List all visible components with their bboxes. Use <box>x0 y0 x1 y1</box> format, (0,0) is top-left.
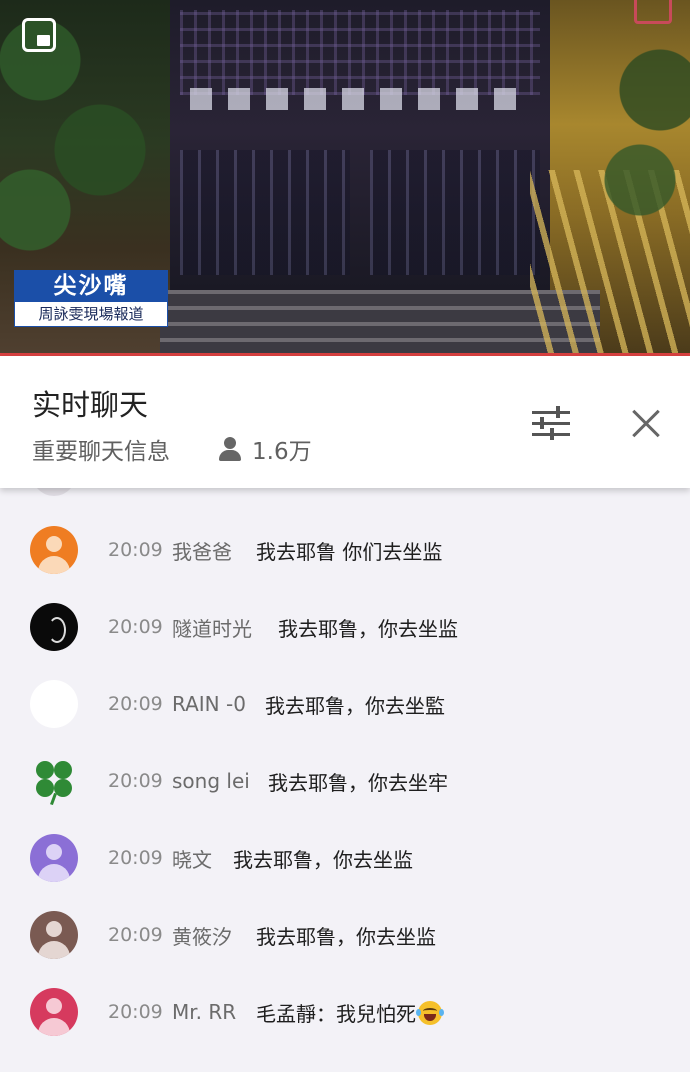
message-time: 20:09 <box>108 924 163 946</box>
close-icon[interactable] <box>626 404 666 444</box>
chat-filter-icon[interactable] <box>532 406 572 442</box>
default-avatar[interactable] <box>30 988 78 1036</box>
message-author[interactable]: 隧道时光 <box>172 613 252 642</box>
default-avatar[interactable] <box>30 911 78 959</box>
video-player[interactable]: 尖沙嘴 周詠雯現場報道 <box>0 0 690 356</box>
picture-in-picture-icon[interactable] <box>22 18 56 52</box>
message-author[interactable]: 晓文 <box>172 844 212 873</box>
message-time: 20:09 <box>108 693 163 715</box>
default-avatar[interactable] <box>30 526 78 574</box>
message-time: 20:09 <box>108 1001 163 1023</box>
live-chat-header: 实时聊天 重要聊天信息 1.6万 <box>0 356 690 488</box>
viewer-count-value: 1.6万 <box>252 439 312 465</box>
default-avatar[interactable] <box>30 834 78 882</box>
message-time: 20:09 <box>108 539 163 561</box>
message-time: 20:09 <box>108 616 163 638</box>
chat-message[interactable]: 20:09 RAIN -0 我去耶鲁，你去坐監 <box>0 673 690 735</box>
chat-message[interactable]: 20:09 我爸爸 我去耶鲁 你们去坐监 <box>0 519 690 581</box>
message-author[interactable]: 黄筱汐 <box>172 921 232 950</box>
chat-message-list[interactable]: 20:09 我爸爸 我去耶鲁 你们去坐监 20:09 隧道时光 我去耶鲁，你去坐… <box>0 488 690 1072</box>
message-text: 我去耶鲁，你去坐監 <box>265 693 445 718</box>
message-author[interactable]: song lei <box>172 769 250 793</box>
message-text: 我去耶鲁 你们去坐监 <box>256 539 443 564</box>
message-text: 毛孟靜：我兒怕死 <box>256 1001 416 1026</box>
laughing-crying-emoji-icon <box>416 1000 444 1025</box>
white-avatar[interactable] <box>30 680 78 728</box>
chat-message[interactable]: 20:09 晓文 我去耶鲁，你去坐监 <box>0 827 690 889</box>
person-icon <box>218 437 242 461</box>
message-author[interactable]: 我爸爸 <box>172 536 232 565</box>
message-author[interactable]: Mr. RR <box>172 1000 236 1024</box>
chat-title: 实时聊天 <box>32 388 149 422</box>
message-text: 我去耶鲁，你去坐监 <box>278 616 458 641</box>
dark-avatar[interactable] <box>30 603 78 651</box>
message-text: 我去耶鲁，你去坐监 <box>256 924 436 949</box>
avatar <box>32 488 76 496</box>
chat-message[interactable]: 20:09 黄筱汐 我去耶鲁，你去坐监 <box>0 904 690 966</box>
message-time: 20:09 <box>108 847 163 869</box>
video-corner-mark <box>634 0 672 24</box>
location-caption: 尖沙嘴 <box>14 270 168 302</box>
reporter-caption: 周詠雯現場報道 <box>14 302 168 327</box>
viewer-count: 1.6万 <box>218 432 312 466</box>
chat-message[interactable]: 20:09 Mr. RR 毛孟靜：我兒怕死 <box>0 981 690 1043</box>
message-text-wrap: 毛孟靜：我兒怕死 <box>256 998 444 1027</box>
chat-message[interactable]: 20:09 隧道时光 我去耶鲁，你去坐监 <box>0 596 690 658</box>
message-text: 我去耶鲁，你去坐监 <box>233 847 413 872</box>
message-author[interactable]: RAIN -0 <box>172 692 246 716</box>
clover-avatar[interactable] <box>30 757 78 805</box>
video-frame-gate <box>170 0 550 290</box>
message-time: 20:09 <box>108 770 163 792</box>
chat-message[interactable]: 20:09 song lei 我去耶鲁，你去坐牢 <box>0 750 690 812</box>
chat-mode-selector[interactable]: 重要聊天信息 <box>32 432 170 466</box>
video-frame-plants-right <box>600 30 690 230</box>
message-text: 我去耶鲁，你去坐牢 <box>268 770 448 795</box>
news-caption: 尖沙嘴 周詠雯現場報道 <box>14 270 168 327</box>
